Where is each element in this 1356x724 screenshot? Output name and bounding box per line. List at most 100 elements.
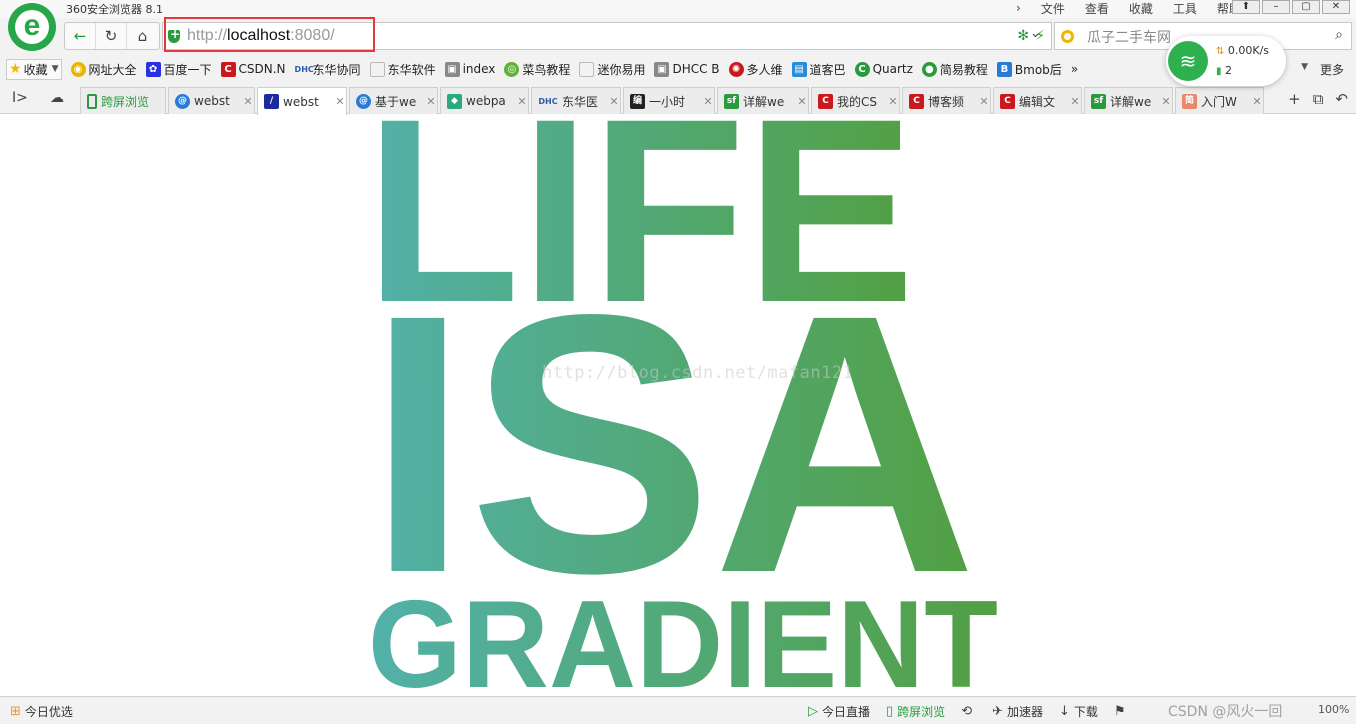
bookmark-item[interactable]: C CSDN.N — [220, 61, 286, 77]
close-tab-icon[interactable]: ✕ — [1251, 95, 1263, 108]
app-title: 360安全浏览器 8.1 — [66, 3, 163, 16]
search-icon[interactable]: ⌕ — [1335, 27, 1343, 43]
url-text[interactable]: http://localhost:8080/ — [187, 27, 335, 45]
address-bar[interactable]: http://localhost:8080/ ✻⚡ — [162, 22, 1052, 50]
reload-button[interactable]: ↻ — [96, 23, 127, 49]
chevron-down-icon[interactable]: ▼ — [52, 64, 59, 74]
search-engine-icon[interactable] — [1061, 30, 1074, 43]
tab-label: 详解we — [743, 94, 785, 109]
close-tab-icon[interactable]: ✕ — [702, 95, 714, 108]
new-tab-icon[interactable]: + — [1288, 90, 1301, 108]
menu-file[interactable]: 文件 — [1041, 0, 1065, 17]
globe-icon: ◉ — [70, 61, 86, 77]
live-button[interactable]: ▷ 今日直播 — [808, 703, 870, 720]
close-tab-icon[interactable]: ✕ — [978, 95, 990, 108]
bookmark-item[interactable]: ✿ 百度一下 — [145, 61, 212, 78]
image-icon: ▣ — [654, 61, 670, 77]
browser-logo-icon[interactable]: e — [8, 3, 56, 51]
tab-label: 博客频 — [928, 94, 965, 109]
tab-active[interactable]: / webst ✕ — [257, 87, 347, 115]
tab[interactable]: C 博客频 ✕ — [902, 87, 991, 114]
bookmark-item[interactable]: ✺ 多人维 — [728, 61, 783, 78]
skin-button[interactable]: ⬆ — [1232, 0, 1260, 14]
bookmark-item[interactable]: C Quartz — [854, 61, 913, 77]
csdn-icon: C — [220, 61, 236, 77]
favorites-button[interactable]: ★ 收藏 ▼ — [6, 58, 62, 80]
bookmark-item[interactable]: ● 简易教程 — [921, 61, 988, 78]
menu-favorites[interactable]: 收藏 — [1129, 0, 1153, 17]
bookmarks-bar: ★ 收藏 ▼ ◉ 网址大全 ✿ 百度一下 C CSDN.N DHC 东华协同 东华软件 … — [0, 56, 1356, 82]
chevron-down-icon[interactable]: ▼ — [1301, 62, 1308, 72]
tab[interactable]: sf 详解we ✕ — [717, 87, 809, 114]
favorites-label: 收藏 — [23, 62, 48, 77]
bookmark-item[interactable]: ▣ index — [444, 61, 495, 77]
back-button[interactable]: ← — [65, 23, 96, 49]
close-tab-icon[interactable]: ✕ — [242, 95, 254, 108]
zoom-level[interactable]: 100% — [1318, 703, 1349, 716]
net-speed: ⇅ 0.00K/s — [1216, 44, 1269, 57]
close-tab-icon[interactable]: ✕ — [887, 95, 899, 108]
close-tab-icon[interactable]: ✕ — [334, 95, 346, 108]
close-window-button[interactable]: ✕ — [1322, 0, 1350, 14]
cross-screen-button[interactable]: ▯ 跨屏浏览 — [886, 703, 945, 720]
tab[interactable]: 简入门W ✕ — [1175, 87, 1264, 114]
search-input[interactable]: 瓜子二手车网 — [1087, 27, 1171, 47]
accelerator-button[interactable]: ✈ 加速器 — [992, 703, 1043, 720]
tab[interactable]: ◆ webpa ✕ — [440, 87, 529, 114]
bookmark-item[interactable]: ▤ 道客巴 — [791, 61, 846, 78]
bookmark-item[interactable]: 迷你易用 — [579, 61, 645, 78]
today-picks-button[interactable]: ⊞ 今日优选 — [10, 703, 73, 720]
menu-view[interactable]: 查看 — [1085, 0, 1109, 17]
tab[interactable]: sf 详解we ✕ — [1084, 87, 1173, 114]
home-button[interactable]: ⌂ — [127, 23, 158, 49]
bookmark-item[interactable]: DHC 东华协同 — [295, 61, 361, 78]
bmob-icon: B — [996, 61, 1012, 77]
dhc-icon: DHC — [294, 64, 314, 74]
url-host: localhost — [227, 27, 291, 44]
bookmarks-more-button[interactable]: 更多 — [1320, 61, 1344, 78]
maximize-button[interactable]: ▢ — [1292, 0, 1320, 14]
sync-button[interactable]: ⟲ — [961, 704, 976, 719]
url-dropdown-icon[interactable]: ⌄ — [1030, 26, 1041, 41]
close-tab-icon[interactable]: ✕ — [796, 95, 808, 108]
network-widget[interactable]: ≋ ⇅ 0.00K/s ▮ 2 — [1166, 36, 1286, 86]
tab[interactable]: 跨屏浏览 — [80, 87, 166, 114]
top-menu: › 文件 查看 收藏 工具 帮助 — [1016, 0, 1261, 16]
tab[interactable]: 编一小时 ✕ — [623, 87, 715, 114]
menu-tools[interactable]: 工具 — [1173, 0, 1197, 17]
close-tab-icon[interactable]: ✕ — [608, 95, 620, 108]
tab[interactable]: @ webst ✕ — [168, 87, 255, 114]
flag-button[interactable]: ⚑ — [1114, 704, 1130, 719]
close-tab-icon[interactable]: ✕ — [1069, 95, 1081, 108]
menu-chevron-icon[interactable]: › — [1016, 1, 1021, 15]
bookmark-item[interactable]: ◎ 菜鸟教程 — [504, 61, 570, 78]
star-icon: ★ — [9, 61, 22, 77]
sidebar-toggle-icon[interactable]: I> — [12, 90, 28, 106]
cloud-icon[interactable]: ☁ — [50, 90, 64, 106]
close-tab-icon[interactable]: ✕ — [1160, 95, 1172, 108]
tab[interactable]: C 编辑文 ✕ — [993, 87, 1082, 114]
tab[interactable]: DHC 东华医 ✕ — [531, 87, 621, 114]
page-icon — [369, 61, 385, 77]
net-connections: ▮ 2 — [1216, 64, 1232, 77]
bookmark-item[interactable]: ▣ DHCC B — [654, 61, 720, 77]
undo-close-icon[interactable]: ↶ — [1335, 90, 1348, 108]
security-shield-icon — [168, 27, 180, 43]
bookmark-item[interactable]: ◉ 网址大全 — [70, 61, 137, 78]
net-connections-value: 2 — [1225, 64, 1233, 77]
phone-icon: ▯ — [886, 704, 894, 719]
bookmark-item[interactable]: B Bmob后 — [996, 61, 1062, 78]
bookmarks-overflow-icon[interactable]: » — [1071, 62, 1078, 76]
close-tab-icon[interactable]: ✕ — [516, 95, 528, 108]
battery-icon: ▮ — [1216, 66, 1222, 77]
close-tab-icon[interactable]: ✕ — [425, 95, 437, 108]
tab-list-icon[interactable]: ⧉ — [1313, 90, 1324, 108]
bookmark-item[interactable]: 东华软件 — [369, 61, 436, 78]
bookmark-label: 简易教程 — [939, 62, 988, 77]
minimize-button[interactable]: – — [1262, 0, 1290, 14]
webpack-icon: ◆ — [447, 93, 462, 109]
tab[interactable]: @ 基于we ✕ — [349, 87, 438, 114]
loading-spinner-icon[interactable]: ✻ — [1017, 28, 1029, 44]
download-button[interactable]: ↓ 下载 — [1059, 703, 1098, 720]
tab[interactable]: C 我的CS ✕ — [811, 87, 900, 114]
